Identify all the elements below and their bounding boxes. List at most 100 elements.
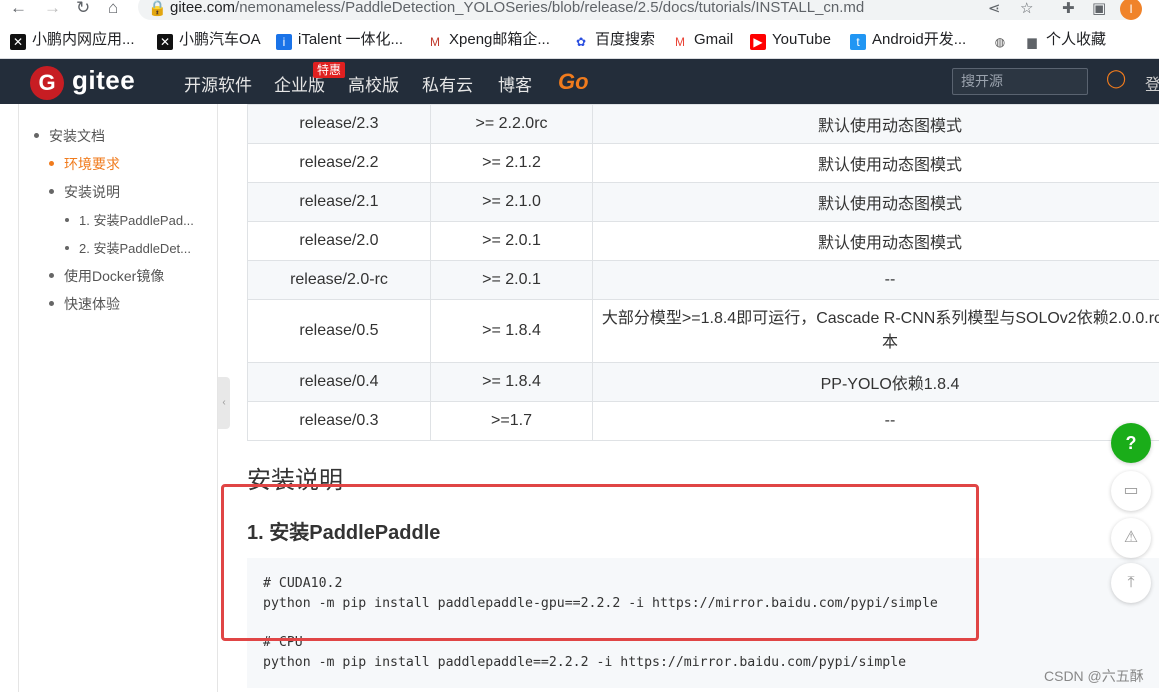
share-icon[interactable]: ⋖ [988,0,1001,17]
table-cell: release/2.0 [247,221,431,261]
bookmark-label: 百度搜索 [595,31,656,48]
bookmark-7[interactable]: t Android开发... [850,30,966,50]
collapse-sidebar-icon[interactable]: ‹ [218,377,230,429]
bookmark-9[interactable]: ▆ 个人收藏 [1024,30,1106,50]
italent-icon: i [276,34,292,50]
forward-icon[interactable]: → [44,0,61,17]
bookmark-0[interactable]: ✕ 小鹏内网应用... [10,30,135,50]
toc-item[interactable]: 快速体验 [49,294,120,314]
url-text[interactable]: gitee.com/nemonameless/PaddleDetection_Y… [170,0,864,16]
table-cell: >= 2.1.2 [430,143,593,183]
back-to-top-icon[interactable]: ⤒ [1111,563,1151,603]
table-cell: PP-YOLO依赖1.8.4 [592,362,1159,402]
table-row: release/2.2 >= 2.1.2 默认使用动态图模式 [247,143,1159,183]
sidepanel-icon[interactable]: ▣ [1092,0,1106,17]
youtube-icon: ▶ [750,34,766,50]
table-cell: release/0.4 [247,362,431,402]
bookmark-label: 小鹏内网应用... [32,31,135,48]
bullet-icon [49,301,54,306]
help-button[interactable]: ? [1111,423,1151,463]
bookmark-1[interactable]: ✕ 小鹏汽车OA [157,30,261,50]
table-cell: >= 1.8.4 [430,299,593,363]
nav-open-source[interactable]: 开源软件 [184,71,252,96]
bookmark-5[interactable]: M Gmail [672,30,733,50]
table-row: release/0.4 >= 1.8.4 PP-YOLO依赖1.8.4 [247,362,1159,402]
toc-item[interactable]: 2. 安装PaddleDet... [65,238,191,257]
search-input[interactable]: 搜开源 [952,68,1088,95]
table-cell: >=1.7 [430,401,593,441]
bullet-icon [49,273,54,278]
bullet-icon [49,189,54,194]
reload-icon[interactable]: ↻ [76,0,90,17]
toc-item[interactable]: 使用Docker镜像 [49,266,164,286]
toc-item-label: 1. 安装PaddlePad... [79,213,194,228]
table-row: release/0.3 >=1.7 -- [247,401,1159,441]
bookmark-label: Android开发... [872,31,967,48]
bookmark-4[interactable]: ✿ 百度搜索 [573,30,655,50]
bookmark-label: 小鹏汽车OA [179,31,261,48]
back-icon[interactable]: ← [10,0,27,17]
nav-education[interactable]: 高校版 [348,71,399,96]
bullet-icon [65,218,69,222]
toc-item[interactable]: 安装说明 [49,182,120,202]
extensions-icon[interactable]: ✚ [1062,0,1075,17]
bookmark-label: YouTube [772,31,831,48]
logo-text[interactable]: gitee [72,65,135,96]
table-cell: >= 2.1.0 [430,182,593,222]
table-cell: >= 2.2.0rc [430,104,593,144]
baidu-icon: ✿ [575,35,587,49]
home-icon[interactable]: ⌂ [108,0,118,17]
nav-go[interactable]: Go [558,69,589,95]
star-icon[interactable]: ☆ [1020,0,1033,17]
table-row: release/2.1 >= 2.1.0 默认使用动态图模式 [247,182,1159,222]
watermark: CSDN @六五酥 [1044,668,1144,684]
nav-blog[interactable]: 博客 [498,71,532,96]
table-row: release/2.3 >= 2.2.0rc 默认使用动态图模式 [247,104,1159,144]
toc-item-label: 使用Docker镜像 [64,268,165,284]
table-cell: 默认使用动态图模式 [592,221,1159,261]
profile-avatar[interactable]: I [1120,0,1142,20]
bookmark-8[interactable]: ◍ [992,30,1014,50]
folder-icon: ▆ [1027,35,1037,49]
toc-item[interactable]: 1. 安装PaddlePad... [65,210,194,229]
table-cell: >= 2.0.1 [430,260,593,300]
lock-icon[interactable]: 🔒 [148,0,167,17]
bookmark-label: Gmail [694,31,734,48]
bullet-icon [34,133,39,138]
bookmark-3[interactable]: M Xpeng邮箱企... [427,30,550,50]
bookmark-2[interactable]: i iTalent 一体化... [276,30,403,50]
toc-item-label: 2. 安装PaddleDet... [79,241,191,256]
lightbulb-icon[interactable]: ◯ [1106,68,1126,92]
table-cell: 默认使用动态图模式 [592,182,1159,222]
toc-item-label: 安装文档 [49,128,105,144]
table-cell: 大部分模型>=1.8.4即可运行，Cascade R-CNN系列模型与SOLOv… [592,299,1159,363]
table-cell: release/2.1 [247,182,431,222]
table-cell: 默认使用动态图模式 [592,104,1159,144]
toc-item-label: 环境要求 [64,156,120,172]
table-cell: release/0.3 [247,401,431,441]
globe-icon: ◍ [994,35,1006,49]
bullet-icon [49,161,54,166]
gitee-logo-icon[interactable]: G [30,66,64,100]
bookmark-label: 个人收藏 [1046,31,1107,48]
bookmark-label: Xpeng邮箱企... [449,31,550,48]
nav-private-cloud[interactable]: 私有云 [422,71,473,96]
toc-item-label: 安装说明 [64,184,120,200]
x-icon: ✕ [10,34,26,50]
gitee-header: G gitee 开源软件 企业版 特惠 高校版 私有云 博客 Go 搜开源 ◯ … [0,59,1159,104]
login-link[interactable]: 登 [1145,71,1159,95]
toc-item[interactable]: 环境要求 [49,154,120,174]
table-row: release/0.5 >= 1.8.4 大部分模型>=1.8.4即可运行，Casc… [247,299,1159,363]
android-icon: t [850,34,866,50]
comment-icon[interactable]: ▭ [1111,471,1151,511]
bookmark-6[interactable]: ▶ YouTube [750,30,831,50]
highlight-annotation-box [221,484,979,641]
table-cell: >= 2.0.1 [430,221,593,261]
table-cell: release/0.5 [247,299,431,363]
version-table: release/2.3 >= 2.2.0rc 默认使用动态图模式 release/2.… [247,104,1159,441]
gmail-icon: M [675,35,685,49]
table-cell: -- [592,260,1159,300]
toc-item[interactable]: 安装文档 [34,126,105,146]
warning-icon[interactable]: ⚠ [1111,518,1151,558]
table-cell: release/2.3 [247,104,431,144]
